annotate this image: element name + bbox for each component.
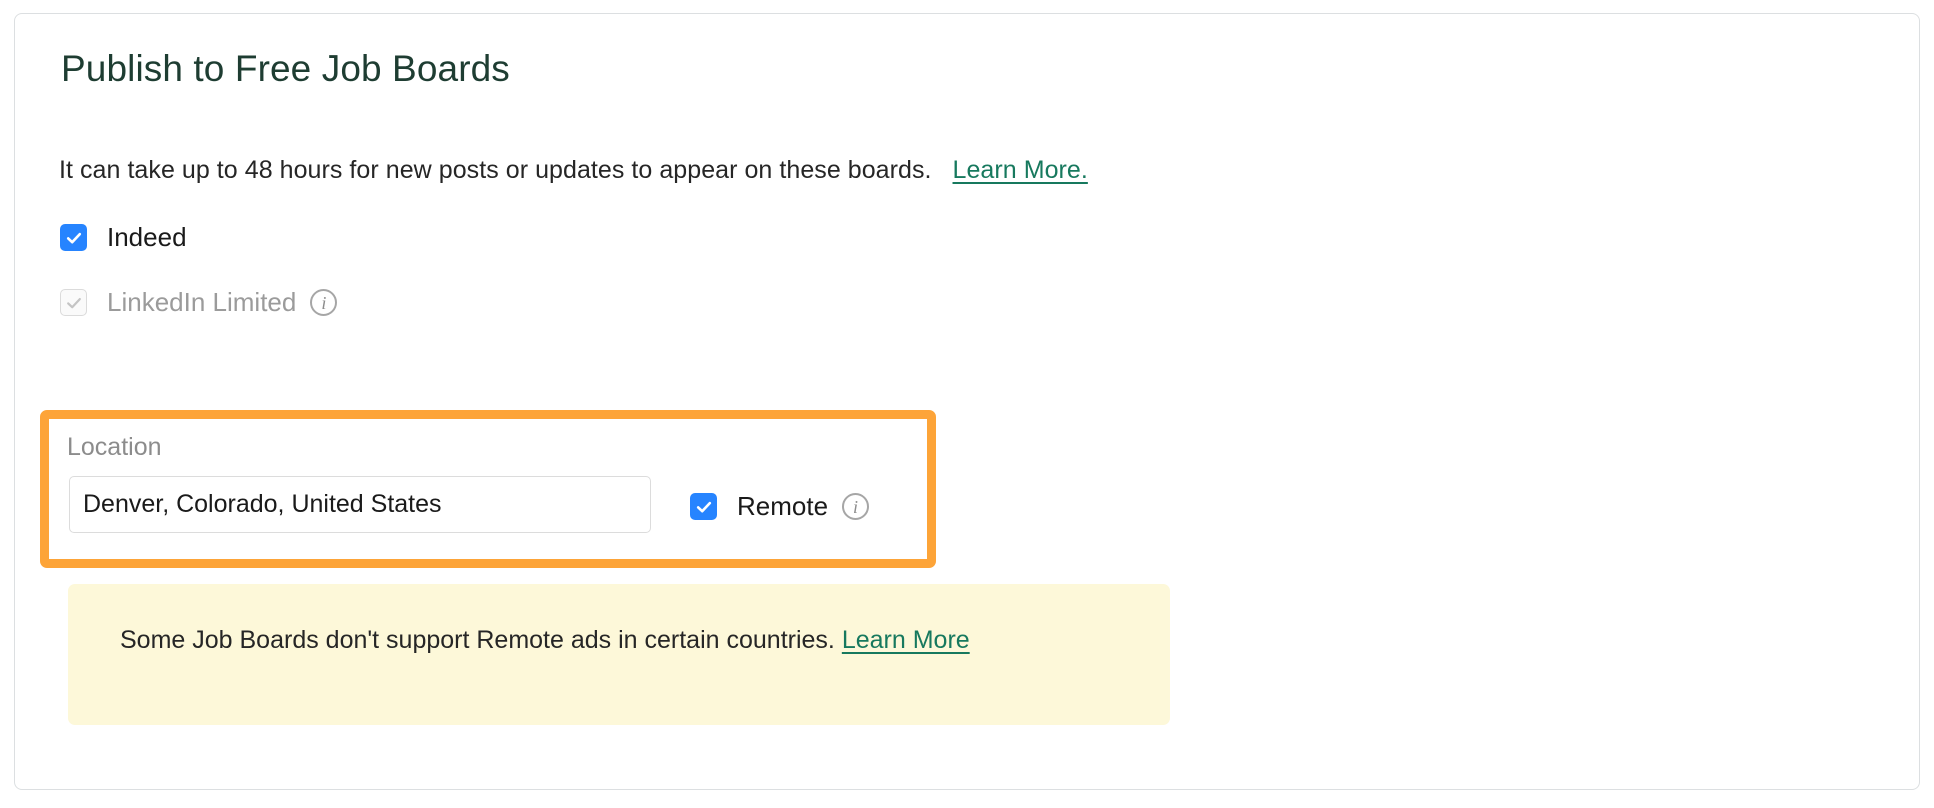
remote-checkbox[interactable] — [690, 493, 717, 520]
board-row-indeed[interactable]: Indeed — [60, 222, 187, 253]
indeed-checkbox[interactable] — [60, 224, 87, 251]
info-icon[interactable]: i — [310, 289, 338, 316]
location-label: Location — [67, 433, 162, 461]
notice-learn-more-link[interactable]: Learn More — [842, 626, 970, 654]
learn-more-link[interactable]: Learn More. — [953, 156, 1088, 184]
board-row-linkedin-limited: LinkedIn Limited i — [60, 287, 338, 318]
remote-info-icon[interactable]: i — [842, 493, 870, 520]
intro-text: It can take up to 48 hours for new posts… — [59, 156, 932, 184]
linkedin-limited-label: LinkedIn Limited — [107, 287, 297, 317]
remote-notice-banner: Some Job Boards don't support Remote ads… — [68, 584, 1170, 725]
indeed-label: Indeed — [107, 222, 187, 252]
remote-row[interactable]: Remote i — [690, 491, 870, 522]
publish-job-boards-card: Publish to Free Job Boards It can take u… — [14, 13, 1920, 790]
linkedin-limited-checkbox — [60, 289, 87, 316]
remote-notice-text: Some Job Boards don't support Remote ads… — [120, 618, 1080, 662]
location-highlight-box: Location Remote i — [40, 410, 936, 568]
location-input[interactable] — [69, 476, 651, 533]
remote-label: Remote — [737, 491, 829, 521]
page-title: Publish to Free Job Boards — [61, 48, 510, 89]
notice-body: Some Job Boards don't support Remote ads… — [120, 626, 842, 654]
intro-row: It can take up to 48 hours for new posts… — [59, 156, 1088, 185]
